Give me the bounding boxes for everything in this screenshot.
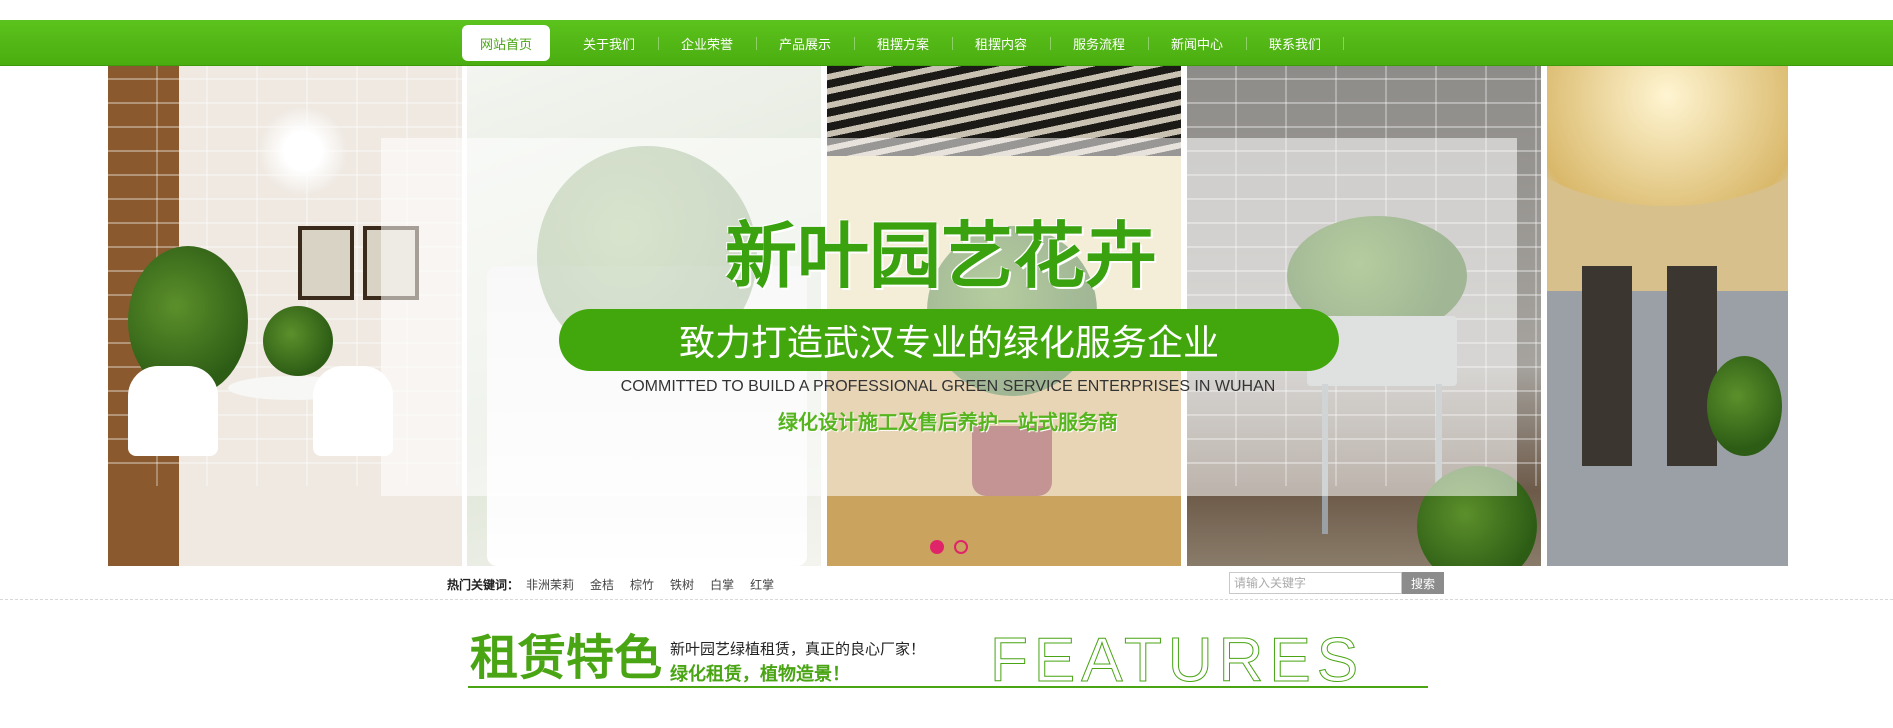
keywords-label: 热门关键词： <box>447 578 520 592</box>
search-button[interactable]: 搜索 <box>1402 572 1444 594</box>
doorway <box>1667 266 1717 466</box>
banner-photo-hallway <box>1547 66 1788 566</box>
ceiling-light <box>1547 66 1788 206</box>
features-title: 租赁特色 <box>470 630 663 686</box>
features-tagline: 新叶园艺绿植租赁，真正的良心厂家！ <box>670 640 926 658</box>
slider-dot-1[interactable] <box>930 540 944 554</box>
nav-item-contact[interactable]: 联系我们 <box>1246 20 1344 66</box>
nav-item-products[interactable]: 产品展示 <box>756 20 854 66</box>
keyword-link[interactable]: 金桔 <box>590 576 614 593</box>
plant <box>263 306 333 376</box>
keyword-bar: 热门关键词： 非洲茉莉 金桔 棕竹 铁树 白掌 红掌 搜索 <box>0 566 1893 600</box>
hero-banner: 新叶园艺花卉 致力打造武汉专业的绿化服务企业 COMMITTED TO BUIL… <box>108 66 1788 566</box>
nav-item-about[interactable]: 关于我们 <box>560 20 658 66</box>
doorway <box>1582 266 1632 466</box>
slider-dot-2[interactable] <box>954 540 968 554</box>
features-divider <box>468 686 1428 688</box>
chair <box>128 366 218 456</box>
nav-item-news[interactable]: 新闻中心 <box>1148 20 1246 66</box>
picture-frame <box>298 226 354 300</box>
keyword-link[interactable]: 棕竹 <box>630 576 654 593</box>
banner-slogan: 致力打造武汉专业的绿化服务企业 <box>559 309 1339 371</box>
keyword-link[interactable]: 红掌 <box>750 576 774 593</box>
keyword-list: 非洲茉莉 金桔 棕竹 铁树 白掌 红掌 <box>526 576 774 593</box>
banner-title: 新叶园艺花卉 <box>725 214 1158 298</box>
nav-menu: 网站首页 关于我们 企业荣誉 产品展示 租摆方案 租摆内容 服务流程 新闻中心 … <box>462 20 1344 66</box>
nav-item-service-process[interactable]: 服务流程 <box>1050 20 1148 66</box>
banner-english-slogan: COMMITTED TO BUILD A PROFESSIONAL GREEN … <box>620 378 1276 395</box>
keyword-link[interactable]: 白掌 <box>710 576 734 593</box>
keyword-link[interactable]: 非洲茉莉 <box>526 576 574 593</box>
main-nav: 网站首页 关于我们 企业荣誉 产品展示 租摆方案 租摆内容 服务流程 新闻中心 … <box>0 20 1893 66</box>
banner-subtitle: 绿化设计施工及售后养护一站式服务商 <box>778 410 1118 434</box>
nav-item-rental-plans[interactable]: 租摆方案 <box>854 20 952 66</box>
search-input[interactable] <box>1229 572 1402 594</box>
plant <box>1707 356 1782 456</box>
chandelier <box>258 106 348 196</box>
keyword-link[interactable]: 铁树 <box>670 576 694 593</box>
nav-item-home[interactable]: 网站首页 <box>462 25 550 61</box>
nav-item-rental-content[interactable]: 租摆内容 <box>952 20 1050 66</box>
nav-item-honors[interactable]: 企业荣誉 <box>658 20 756 66</box>
slider-dots <box>930 540 968 554</box>
features-subtagline: 绿化租赁，植物造景！ <box>670 664 850 685</box>
